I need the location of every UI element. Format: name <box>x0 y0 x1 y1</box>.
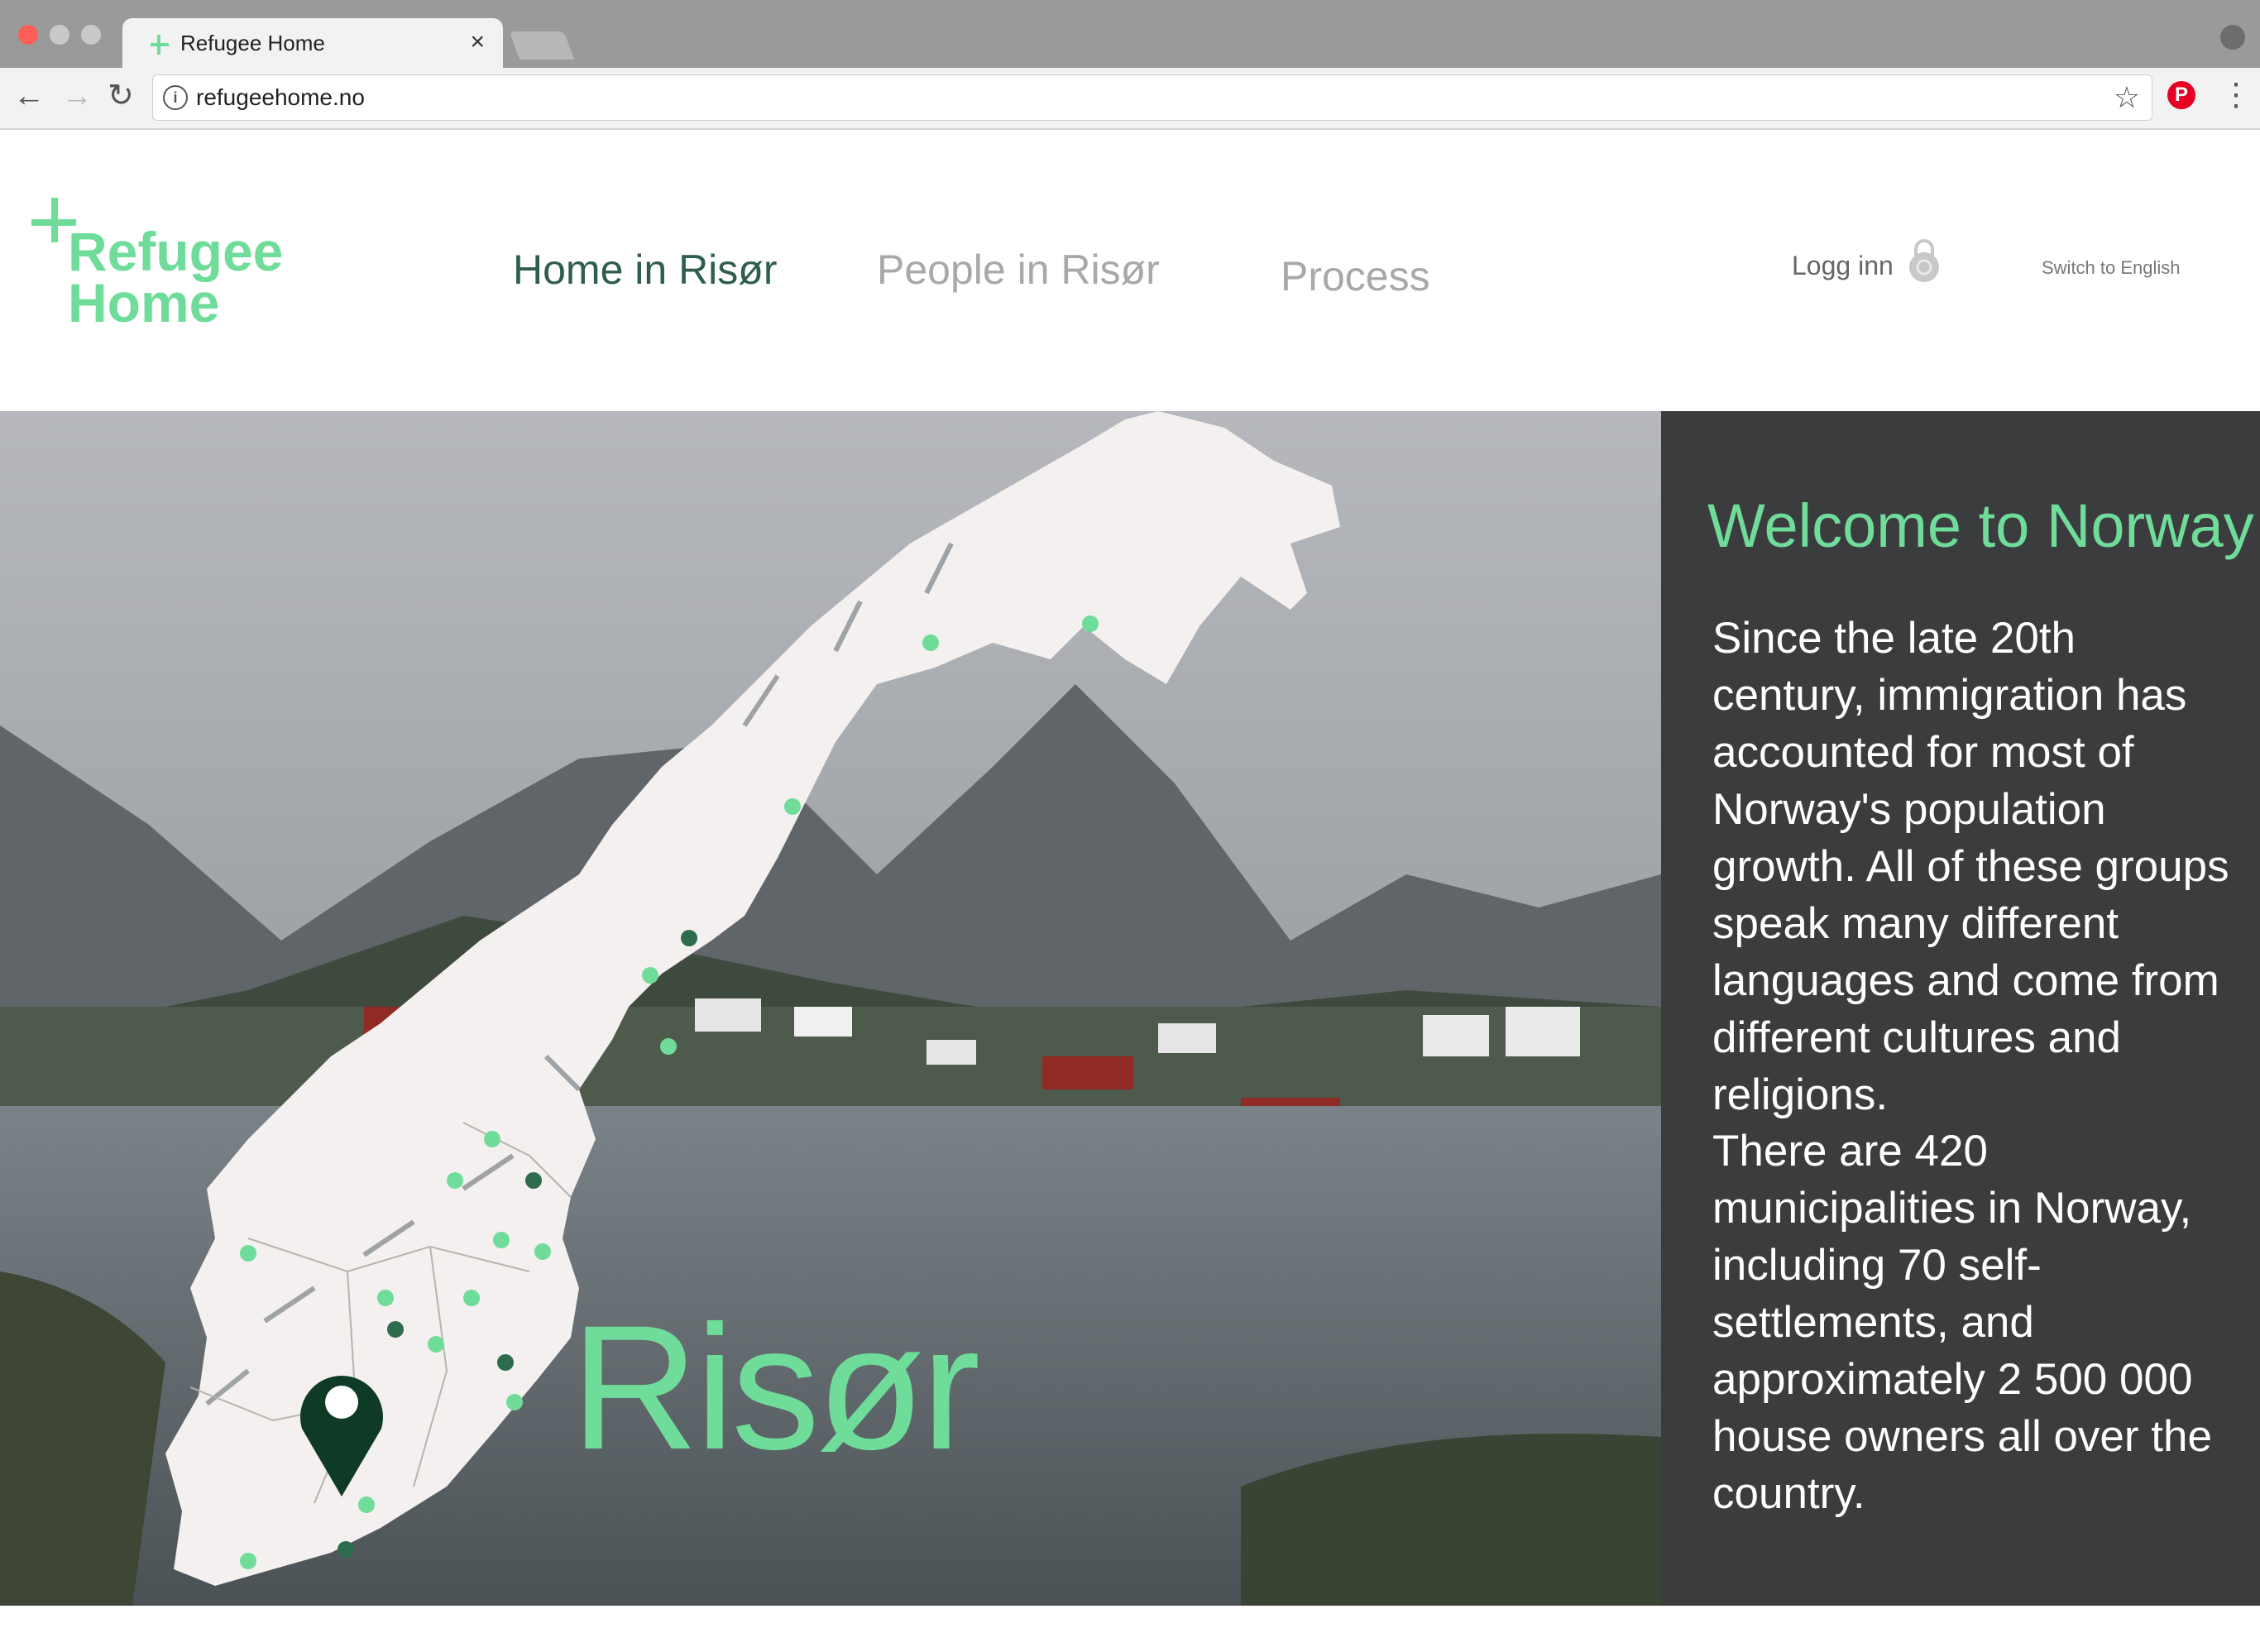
profile-icon[interactable] <box>2220 25 2245 50</box>
tab-title: Refugee Home <box>180 31 325 55</box>
place-name: Risør <box>571 1289 980 1487</box>
browser-menu-icon[interactable]: ⋮ <box>2220 76 2252 113</box>
panel-title: Welcome to Norway <box>1707 491 2254 560</box>
new-tab-button[interactable] <box>509 31 575 60</box>
nav-process[interactable]: Process <box>1281 252 1430 300</box>
logo-line-2: Home <box>68 272 220 333</box>
welcome-panel: Welcome to Norway Since the late 20th ce… <box>1661 411 2260 1606</box>
page-bottom <box>0 1606 2260 1652</box>
browser-chrome: Refugee Home × ← → ↻ i refugeehome.no ☆ … <box>0 0 2260 130</box>
address-bar[interactable]: i refugeehome.no ☆ <box>152 74 2152 121</box>
bookmark-star-icon[interactable]: ☆ <box>2114 80 2140 115</box>
switch-language-link[interactable]: Switch to English <box>2042 257 2181 279</box>
reload-icon[interactable]: ↻ <box>108 79 134 113</box>
window-close-button[interactable] <box>18 25 38 45</box>
site-header: Refugee Home Home in Risør People in Ris… <box>0 130 2260 411</box>
logo-line-1: Refugee <box>68 221 284 282</box>
pinterest-icon[interactable]: P <box>2167 81 2195 109</box>
nav-people-in-risor[interactable]: People in Risør <box>877 246 1160 294</box>
favicon-icon <box>151 35 169 55</box>
lock-icon[interactable] <box>1908 237 1941 284</box>
window-maximize-button[interactable] <box>81 25 101 45</box>
browser-tab[interactable]: Refugee Home × <box>122 18 503 68</box>
back-icon[interactable]: ← <box>13 79 45 113</box>
forward-icon[interactable]: → <box>61 79 93 113</box>
panel-paragraph-2: There are 420 municipalities in Norway, … <box>1712 1127 2212 1518</box>
hero-section: Risør <box>0 411 1661 1606</box>
tab-strip: Refugee Home × <box>0 0 2260 68</box>
site-logo[interactable]: Refugee Home <box>28 193 293 358</box>
window-minimize-button[interactable] <box>50 25 69 45</box>
info-icon[interactable]: i <box>163 85 188 110</box>
url-text[interactable]: refugeehome.no <box>196 84 365 111</box>
nav-home-in-risor[interactable]: Home in Risør <box>513 246 777 294</box>
login-link[interactable]: Logg inn <box>1792 251 1894 281</box>
browser-toolbar: ← → ↻ i refugeehome.no ☆ P ⋮ <box>0 68 2260 128</box>
tab-close-icon[interactable]: × <box>470 28 485 56</box>
logo-text: Refugee Home <box>68 221 284 333</box>
panel-paragraph-1: Since the late 20th century, immigration… <box>1712 614 2229 1119</box>
